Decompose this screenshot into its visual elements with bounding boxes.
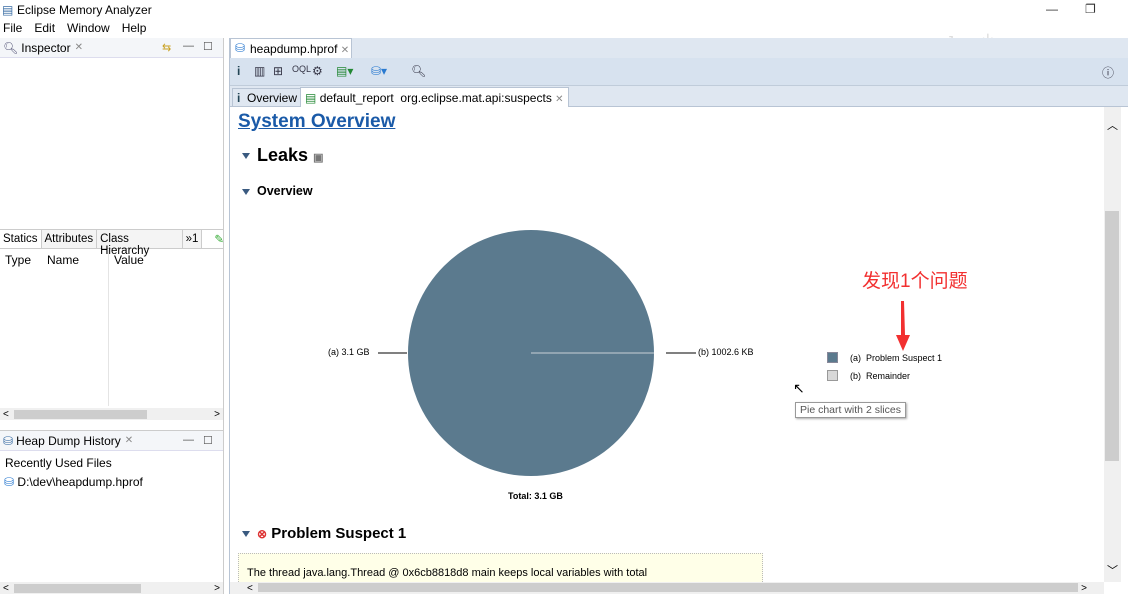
annotation-text: 发现1个问题	[862, 271, 968, 292]
annotation-arrow-icon	[896, 301, 910, 351]
statics-table: Type Name Value	[0, 250, 224, 408]
tab-heapdump[interactable]: ⛁ heapdump.hprof ✕	[230, 38, 352, 58]
column-value[interactable]: Value	[114, 253, 144, 267]
recent-file-item[interactable]: ⛁ D:\dev\heapdump.hprof	[4, 475, 143, 489]
legend-a: (a) Problem Suspect 1	[850, 353, 943, 363]
history-icon: ⛁	[3, 433, 14, 448]
search-icon[interactable]: 🔍︎	[411, 64, 426, 78]
tooltip: Pie chart with 2 slices	[795, 402, 906, 418]
menu-bar: File Edit Window Help	[0, 19, 1128, 37]
history-header: ⛁ Heap Dump History ✕ — ☐	[0, 430, 223, 451]
inspector-tabs: Statics Attributes Class Hierarchy »1 ✎	[0, 229, 224, 257]
minimize-icon[interactable]: —	[183, 40, 194, 52]
horizontal-scrollbar[interactable]: < >	[230, 582, 1104, 594]
close-icon[interactable]: ✕	[125, 435, 133, 446]
horizontal-scrollbar[interactable]: < >	[0, 408, 223, 420]
database-icon: ⛁	[4, 475, 15, 489]
menu-edit[interactable]: Edit	[34, 21, 55, 35]
legend-swatch-b	[827, 370, 838, 381]
tab-default-report[interactable]: ▤ default_report org.eclipse.mat.api:sus…	[300, 87, 569, 107]
info-icon[interactable]: i	[237, 64, 240, 78]
sync-icon[interactable]: ⇆	[162, 41, 171, 54]
minimize-icon[interactable]: —	[183, 434, 194, 446]
slice-label-a: (a) 3.1 GB	[328, 347, 370, 357]
editor-area: ⛁ heapdump.hprof ✕ i ▥ ⊞ OQL ⚙ ▤▾ ⛁▾ 🔍︎ ⓘ…	[229, 38, 1128, 594]
menu-file[interactable]: File	[3, 21, 22, 35]
maximize-icon[interactable]: ☐	[203, 40, 213, 53]
report-tabs: i Overview ▤ default_report org.eclipse.…	[230, 86, 1128, 107]
tab-more[interactable]: »1	[182, 230, 203, 248]
slice-label-b: (b) 1002.6 KB	[698, 347, 754, 357]
histogram-icon[interactable]: ▥	[254, 64, 265, 78]
tab-overview[interactable]: i Overview	[232, 88, 303, 107]
column-name[interactable]: Name	[47, 253, 79, 267]
error-icon: ⊗	[257, 527, 268, 541]
history-title: Heap Dump History	[16, 433, 121, 448]
app-icon: ▤	[2, 3, 14, 17]
close-icon[interactable]: ✕	[75, 42, 83, 53]
report-content: System Overview Leaks ▣ Overview (a) 3.1…	[230, 107, 1103, 582]
tab-class-hierarchy[interactable]: Class Hierarchy	[97, 230, 183, 257]
problem-suspect-section[interactable]: ⊗ Problem Suspect 1	[242, 525, 406, 542]
database-icon: ⛁	[235, 41, 246, 55]
inspector-icon: 🔍︎	[3, 40, 19, 55]
close-icon: ✕	[555, 94, 564, 105]
maximize-icon[interactable]: ☐	[203, 434, 213, 447]
pie-total: Total: 3.1 GB	[508, 491, 563, 501]
suspect-description: The thread java.lang.Thread @ 0x6cb8818d…	[238, 553, 763, 582]
menu-window[interactable]: Window	[67, 21, 110, 35]
legend-b: (b) Remainder	[850, 371, 911, 381]
help-icon[interactable]: ⓘ	[1102, 64, 1114, 81]
legend-swatch-a	[827, 352, 838, 363]
restore-button[interactable]: ❐	[1085, 2, 1096, 16]
pie-chart	[378, 229, 696, 477]
inspector-title: Inspector	[21, 40, 71, 55]
report-icon: ▤	[305, 91, 317, 105]
column-type[interactable]: Type	[5, 253, 31, 267]
menu-help[interactable]: Help	[122, 21, 147, 35]
minimize-button[interactable]: —	[1046, 2, 1058, 16]
title-bar: ▤ Eclipse Memory Analyzer — ❐ Java小...	[0, 0, 1128, 51]
tab-attributes[interactable]: Attributes	[41, 230, 98, 248]
dominator-tree-icon[interactable]: ⊞	[273, 64, 283, 78]
window-title: Eclipse Memory Analyzer	[17, 3, 152, 17]
close-icon[interactable]: ✕	[341, 45, 349, 56]
recent-files-label: Recently Used Files	[5, 456, 112, 470]
pin-icon[interactable]: ✎	[214, 230, 224, 248]
horizontal-scrollbar[interactable]: < >	[0, 582, 223, 594]
oql-icon[interactable]: OQL	[292, 64, 311, 74]
reports-icon[interactable]: ▤▾	[336, 64, 353, 78]
mouse-cursor-icon: ↖	[793, 380, 805, 396]
vertical-scrollbar[interactable]: ︿ ﹀	[1104, 107, 1121, 582]
toolbar: i ▥ ⊞ OQL ⚙ ▤▾ ⛁▾ 🔍︎ ⓘ	[230, 58, 1128, 86]
tab-statics[interactable]: Statics	[0, 230, 42, 248]
query-browser-icon[interactable]: ⛁▾	[371, 64, 387, 78]
thread-icon[interactable]: ⚙	[312, 64, 323, 78]
inspector-header: 🔍︎ Inspector ✕ ⇆ — ☐	[0, 38, 223, 58]
